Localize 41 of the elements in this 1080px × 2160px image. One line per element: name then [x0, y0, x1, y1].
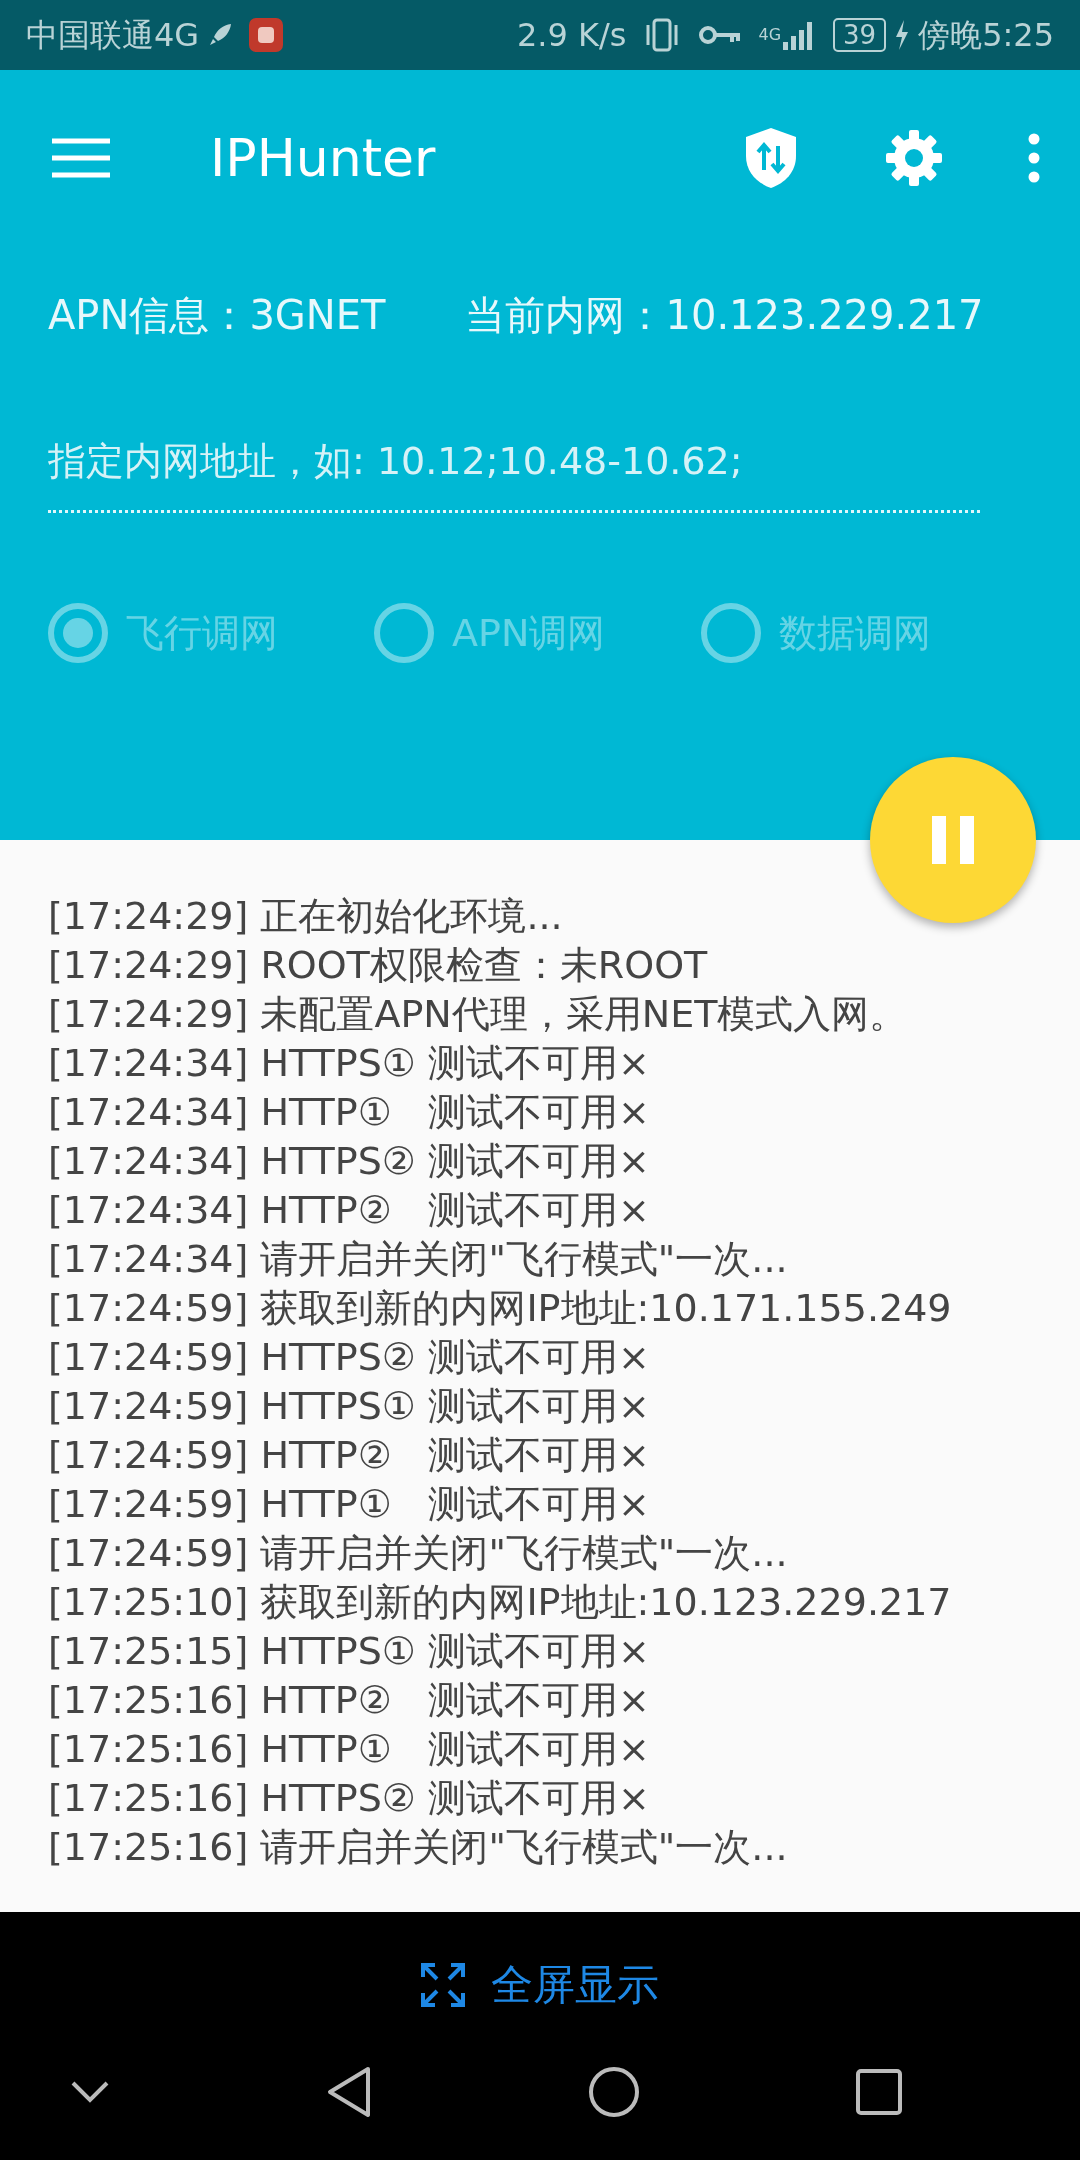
charging-icon	[894, 20, 911, 50]
recents-icon[interactable]	[856, 2069, 902, 2115]
apn-info: APN信息：3GNET	[48, 291, 386, 340]
log-line: [17:24:29] 未配置APN代理，采用NET模式入网。	[48, 991, 909, 1038]
ip-input-field[interactable]: 指定内网地址，如: 10.12;10.48-10.62;	[48, 415, 980, 513]
log-line: [17:24:34] HTTP① 测试不可用×	[48, 1089, 651, 1136]
log-line: [17:24:34] 请开启并关闭"飞行模式"一次...	[48, 1236, 789, 1283]
log-line: [17:24:59] HTTP① 测试不可用×	[48, 1481, 651, 1528]
network-type: 4G	[758, 27, 782, 43]
log-line: [17:24:59] 请开启并关闭"飞行模式"一次...	[48, 1530, 789, 1577]
log-line: [17:24:34] HTTPS① 测试不可用×	[48, 1040, 651, 1087]
clock: 傍晚5:25	[918, 15, 1054, 56]
log-line: [17:25:15] HTTPS① 测试不可用×	[48, 1628, 651, 1675]
network-speed: 2.9 K/s	[516, 15, 627, 56]
expand-icon	[421, 1962, 465, 2007]
menu-icon[interactable]	[52, 136, 110, 179]
log-line: [17:24:59] HTTPS① 测试不可用×	[48, 1383, 651, 1430]
log-line: [17:24:59] HTTPS② 测试不可用×	[48, 1334, 651, 1381]
log-line: [17:25:16] HTTP② 测试不可用×	[48, 1677, 651, 1724]
fullscreen-button[interactable]: 全屏显示	[415, 1952, 665, 2017]
log-line: [17:24:29] ROOT权限检查：未ROOT	[48, 942, 709, 989]
carrier-label: 中国联通4G	[26, 15, 200, 56]
hide-nav-icon[interactable]	[70, 2079, 110, 2105]
key-icon	[698, 23, 743, 47]
log-line: [17:24:34] HTTPS② 测试不可用×	[48, 1138, 651, 1185]
home-icon[interactable]	[588, 2066, 640, 2118]
log-line: [17:24:34] HTTP② 测试不可用×	[48, 1187, 651, 1234]
more-icon[interactable]	[1028, 132, 1040, 183]
log-line: [17:24:29] 正在初始化环境...	[48, 893, 564, 940]
settings-icon[interactable]	[884, 127, 944, 188]
back-icon[interactable]	[326, 2066, 372, 2118]
log-line: [17:25:16] 请开启并关闭"飞行模式"一次...	[48, 1824, 789, 1871]
inner-ip-info: 当前内网：10.123.229.217	[465, 291, 984, 340]
log-line: [17:24:59] HTTP② 测试不可用×	[48, 1432, 651, 1479]
log-line: [17:25:16] HTTPS② 测试不可用×	[48, 1775, 651, 1822]
log-line: [17:25:10] 获取到新的内网IP地址:10.123.229.217	[48, 1579, 953, 1626]
app-title: IPHunter	[210, 126, 436, 190]
log-line: [17:25:16] HTTP① 测试不可用×	[48, 1726, 651, 1773]
log-line: [17:24:59] 获取到新的内网IP地址:10.171.155.249	[48, 1285, 953, 1332]
battery-level: 39	[833, 18, 887, 52]
app-icon	[249, 18, 284, 52]
